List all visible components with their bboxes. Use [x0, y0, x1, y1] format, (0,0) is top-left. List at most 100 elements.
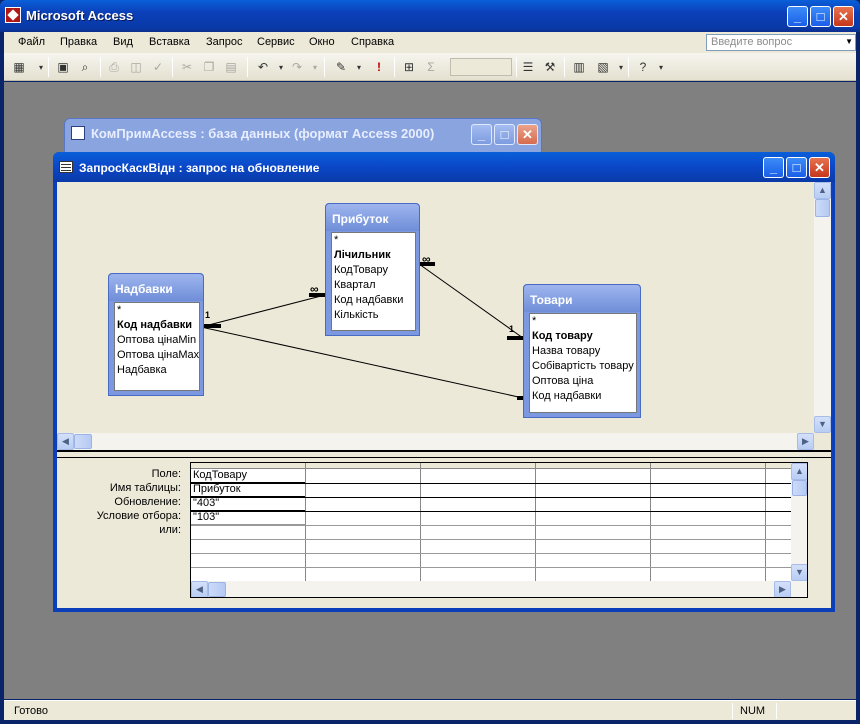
- table-pane-vertical-scrollbar[interactable]: ▲ ▼: [814, 182, 831, 433]
- redo-chevron-icon[interactable]: ▾: [306, 58, 324, 76]
- help-chevron-icon[interactable]: ▾: [652, 58, 670, 76]
- menu-file[interactable]: Файл: [18, 36, 45, 48]
- field-item[interactable]: Квартал: [332, 278, 415, 293]
- menu-view[interactable]: Вид: [113, 36, 133, 48]
- grid-column-3[interactable]: [421, 463, 536, 581]
- menu-edit[interactable]: Правка: [60, 36, 97, 48]
- design-grid[interactable]: КодТовару Прибуток "403" "103" ▲ ▼ ◀ ▶: [190, 462, 808, 598]
- menu-query[interactable]: Запрос: [206, 36, 242, 48]
- field-item-primary-key[interactable]: Код надбавки: [115, 318, 199, 333]
- query-type-icon[interactable]: ✎: [332, 58, 350, 76]
- help-icon[interactable]: ?: [634, 58, 652, 76]
- maximize-button[interactable]: □: [810, 6, 831, 27]
- grid-vertical-scrollbar[interactable]: ▲ ▼: [791, 463, 807, 581]
- scroll-left-icon[interactable]: ◀: [191, 581, 208, 597]
- field-item[interactable]: Оптова цінаMax: [115, 348, 199, 363]
- scroll-up-icon[interactable]: ▲: [791, 463, 807, 480]
- grid-column-5[interactable]: [651, 463, 766, 581]
- field-list-prybutok[interactable]: Прибуток * Лічильник КодТовару Квартал К…: [325, 203, 420, 336]
- new-object-icon[interactable]: ▧: [594, 58, 612, 76]
- search-icon[interactable]: ⌕: [76, 58, 94, 76]
- undo-icon[interactable]: ↶: [254, 58, 272, 76]
- cut-icon[interactable]: ✂: [178, 58, 196, 76]
- grid-column-6[interactable]: [766, 463, 793, 581]
- field-item[interactable]: *: [332, 233, 415, 248]
- field-item[interactable]: Собівартість товару: [530, 359, 636, 374]
- field-item[interactable]: Назва товару: [530, 344, 636, 359]
- build-icon[interactable]: ⚒: [541, 58, 559, 76]
- query-window-title-bar[interactable]: ЗапросКаскВідн : запрос на обновление _ …: [53, 152, 835, 182]
- grid-column-2[interactable]: [306, 463, 421, 581]
- field-list-tovary[interactable]: Товари * Код товару Назва товару Собівар…: [523, 284, 641, 418]
- app-title-bar[interactable]: Microsoft Access _ □ ✕: [0, 0, 860, 32]
- database-icon: [71, 126, 85, 140]
- ask-question-box[interactable]: Введите вопрос ▼: [706, 34, 856, 51]
- scroll-right-icon[interactable]: ▶: [797, 433, 814, 450]
- run-icon[interactable]: !: [370, 58, 388, 76]
- pane-splitter[interactable]: [57, 450, 831, 458]
- field-list-title[interactable]: Надбавки: [109, 274, 203, 301]
- row-label-update: Обновление:: [114, 496, 181, 508]
- totals-icon[interactable]: Σ: [422, 58, 440, 76]
- scrollbar-thumb[interactable]: [74, 434, 92, 449]
- close-button[interactable]: ✕: [833, 6, 854, 27]
- database-window-icon[interactable]: ▥: [570, 58, 588, 76]
- query-maximize-button[interactable]: □: [786, 157, 807, 178]
- table-pane-horizontal-scrollbar[interactable]: ◀ ▶: [57, 433, 814, 450]
- db-minimize-button[interactable]: _: [471, 124, 492, 145]
- scrollbar-thumb[interactable]: [208, 582, 226, 597]
- field-item[interactable]: Код надбавки: [530, 389, 636, 404]
- top-values-combo[interactable]: [450, 58, 512, 76]
- grid-column-4[interactable]: [536, 463, 651, 581]
- grid-horizontal-scrollbar[interactable]: ◀ ▶: [191, 581, 807, 597]
- field-item[interactable]: Оптова цінаMin: [115, 333, 199, 348]
- minimize-button[interactable]: _: [787, 6, 808, 27]
- grid-cell-table[interactable]: Прибуток: [191, 483, 305, 497]
- spelling-icon[interactable]: ✓: [149, 58, 167, 76]
- scroll-down-icon[interactable]: ▼: [791, 564, 807, 581]
- scroll-left-icon[interactable]: ◀: [57, 433, 74, 450]
- scroll-down-icon[interactable]: ▼: [814, 416, 831, 433]
- field-item[interactable]: *: [115, 303, 199, 318]
- print-icon[interactable]: ⎙: [105, 58, 123, 76]
- field-list-title[interactable]: Прибуток: [326, 204, 419, 231]
- scroll-up-icon[interactable]: ▲: [814, 182, 831, 199]
- copy-icon[interactable]: ❐: [200, 58, 218, 76]
- query-type-chevron-icon[interactable]: ▾: [350, 58, 368, 76]
- db-close-button[interactable]: ✕: [517, 124, 538, 145]
- query-close-button[interactable]: ✕: [809, 157, 830, 178]
- chevron-down-icon[interactable]: ▼: [845, 37, 853, 46]
- menu-insert[interactable]: Вставка: [149, 36, 190, 48]
- properties-icon[interactable]: ☰: [519, 58, 537, 76]
- field-item[interactable]: Кількість: [332, 308, 415, 323]
- redo-icon[interactable]: ↷: [288, 58, 306, 76]
- field-item[interactable]: Оптова ціна: [530, 374, 636, 389]
- scroll-right-icon[interactable]: ▶: [774, 581, 791, 597]
- database-window[interactable]: КомПримAccess : база данных (формат Acce…: [64, 118, 542, 154]
- menu-help[interactable]: Справка: [351, 36, 394, 48]
- db-maximize-button[interactable]: □: [494, 124, 515, 145]
- field-item[interactable]: Код надбавки: [332, 293, 415, 308]
- field-item[interactable]: *: [530, 314, 636, 329]
- show-table-icon[interactable]: ⊞: [400, 58, 418, 76]
- paste-icon[interactable]: ▤: [222, 58, 240, 76]
- field-item-primary-key[interactable]: Код товару: [530, 329, 636, 344]
- field-list-title[interactable]: Товари: [524, 285, 640, 312]
- field-item-primary-key[interactable]: Лічильник: [332, 248, 415, 263]
- menu-tools[interactable]: Сервис: [257, 36, 295, 48]
- save-icon[interactable]: ▣: [54, 58, 72, 76]
- menu-window[interactable]: Окно: [309, 36, 335, 48]
- datasheet-view-icon[interactable]: ▦: [10, 58, 28, 76]
- field-item[interactable]: КодТовару: [332, 263, 415, 278]
- grid-cell-update[interactable]: "403": [191, 497, 305, 511]
- grid-cell-field[interactable]: КодТовару: [191, 469, 305, 483]
- scrollbar-thumb[interactable]: [815, 199, 830, 217]
- print-preview-icon[interactable]: ◫: [127, 58, 145, 76]
- grid-column-1[interactable]: КодТовару Прибуток "403" "103": [191, 463, 306, 581]
- query-minimize-button[interactable]: _: [763, 157, 784, 178]
- field-item[interactable]: Надбавка: [115, 363, 199, 378]
- grid-cell-criteria[interactable]: "103": [191, 511, 305, 525]
- query-design-toolbar: ▦ ▾ ▣ ⌕ ⎙ ◫ ✓ ✂ ❐ ▤ ↶ ▾ ↷ ▾ ✎ ▾ ! ⊞ Σ ☰ …: [4, 53, 856, 81]
- field-list-nadbavky[interactable]: Надбавки * Код надбавки Оптова цінаMin О…: [108, 273, 204, 396]
- scrollbar-thumb[interactable]: [792, 480, 807, 496]
